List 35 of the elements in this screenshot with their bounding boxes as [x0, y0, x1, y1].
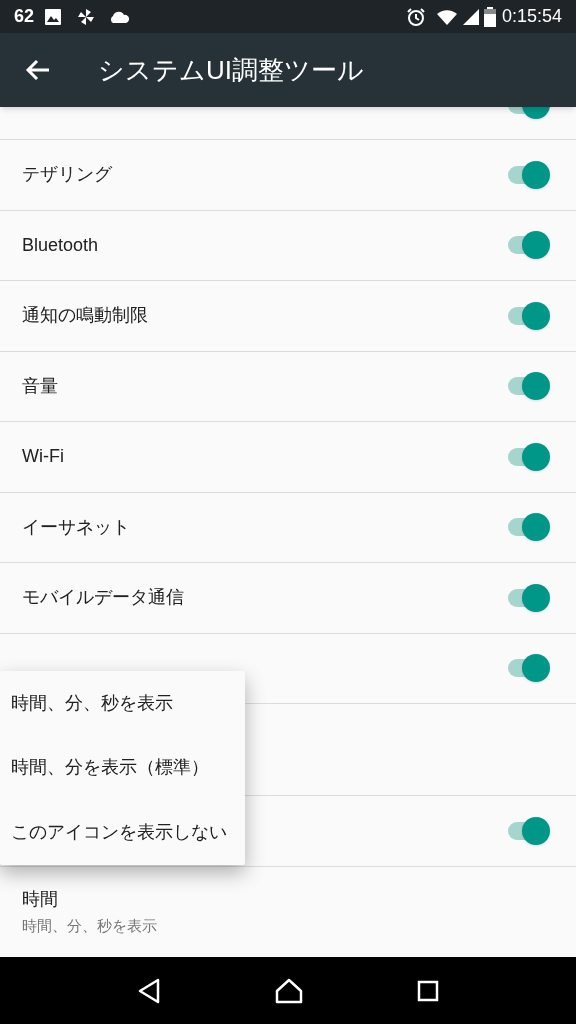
setting-label: 通知の鳴動制限 [22, 304, 149, 328]
cloud-icon [108, 9, 131, 24]
toggle-switch[interactable] [506, 583, 550, 612]
back-nav-icon[interactable] [137, 977, 161, 1004]
setting-summary: 時間、分、秒を表示 [22, 916, 158, 937]
setting-label: 時間 [22, 888, 59, 912]
menu-item[interactable]: 時間、分、秒を表示 [0, 671, 245, 736]
toggle-switch[interactable] [506, 816, 550, 845]
menu-item[interactable]: 時間、分を表示（標準） [0, 735, 245, 800]
alarm-clock-icon [405, 6, 426, 27]
wifi-icon [435, 7, 458, 26]
pinwheel-icon [76, 6, 97, 27]
setting-label: Bluetooth [22, 233, 100, 257]
recents-nav-icon[interactable] [417, 979, 439, 1002]
status-time: 0:15:54 [501, 5, 562, 28]
toggle-switch[interactable] [506, 301, 550, 330]
toggle-switch[interactable] [506, 442, 550, 471]
toggle-switch[interactable] [506, 654, 550, 683]
toggle-switch[interactable] [506, 160, 550, 189]
signal-icon [461, 7, 480, 26]
setting-label: 音量 [22, 374, 59, 398]
toggle-switch[interactable] [506, 231, 550, 260]
home-nav-icon[interactable] [275, 977, 303, 1004]
image-icon [44, 7, 63, 26]
toggle-switch[interactable] [506, 372, 550, 401]
battery-icon [483, 6, 496, 27]
notification-count: 62 [14, 5, 35, 28]
setting-label: テザリング [22, 163, 113, 187]
app-bar-title: システムUI調整ツール [98, 53, 364, 87]
back-arrow-icon [25, 59, 51, 81]
setting-label: モバイルデータ通信 [22, 586, 185, 610]
toggle-switch[interactable] [506, 513, 550, 542]
menu-item[interactable]: このアイコンを表示しない [0, 800, 245, 865]
setting-label: Wi-Fi [22, 445, 65, 469]
setting-label: イーサネット [22, 515, 131, 539]
